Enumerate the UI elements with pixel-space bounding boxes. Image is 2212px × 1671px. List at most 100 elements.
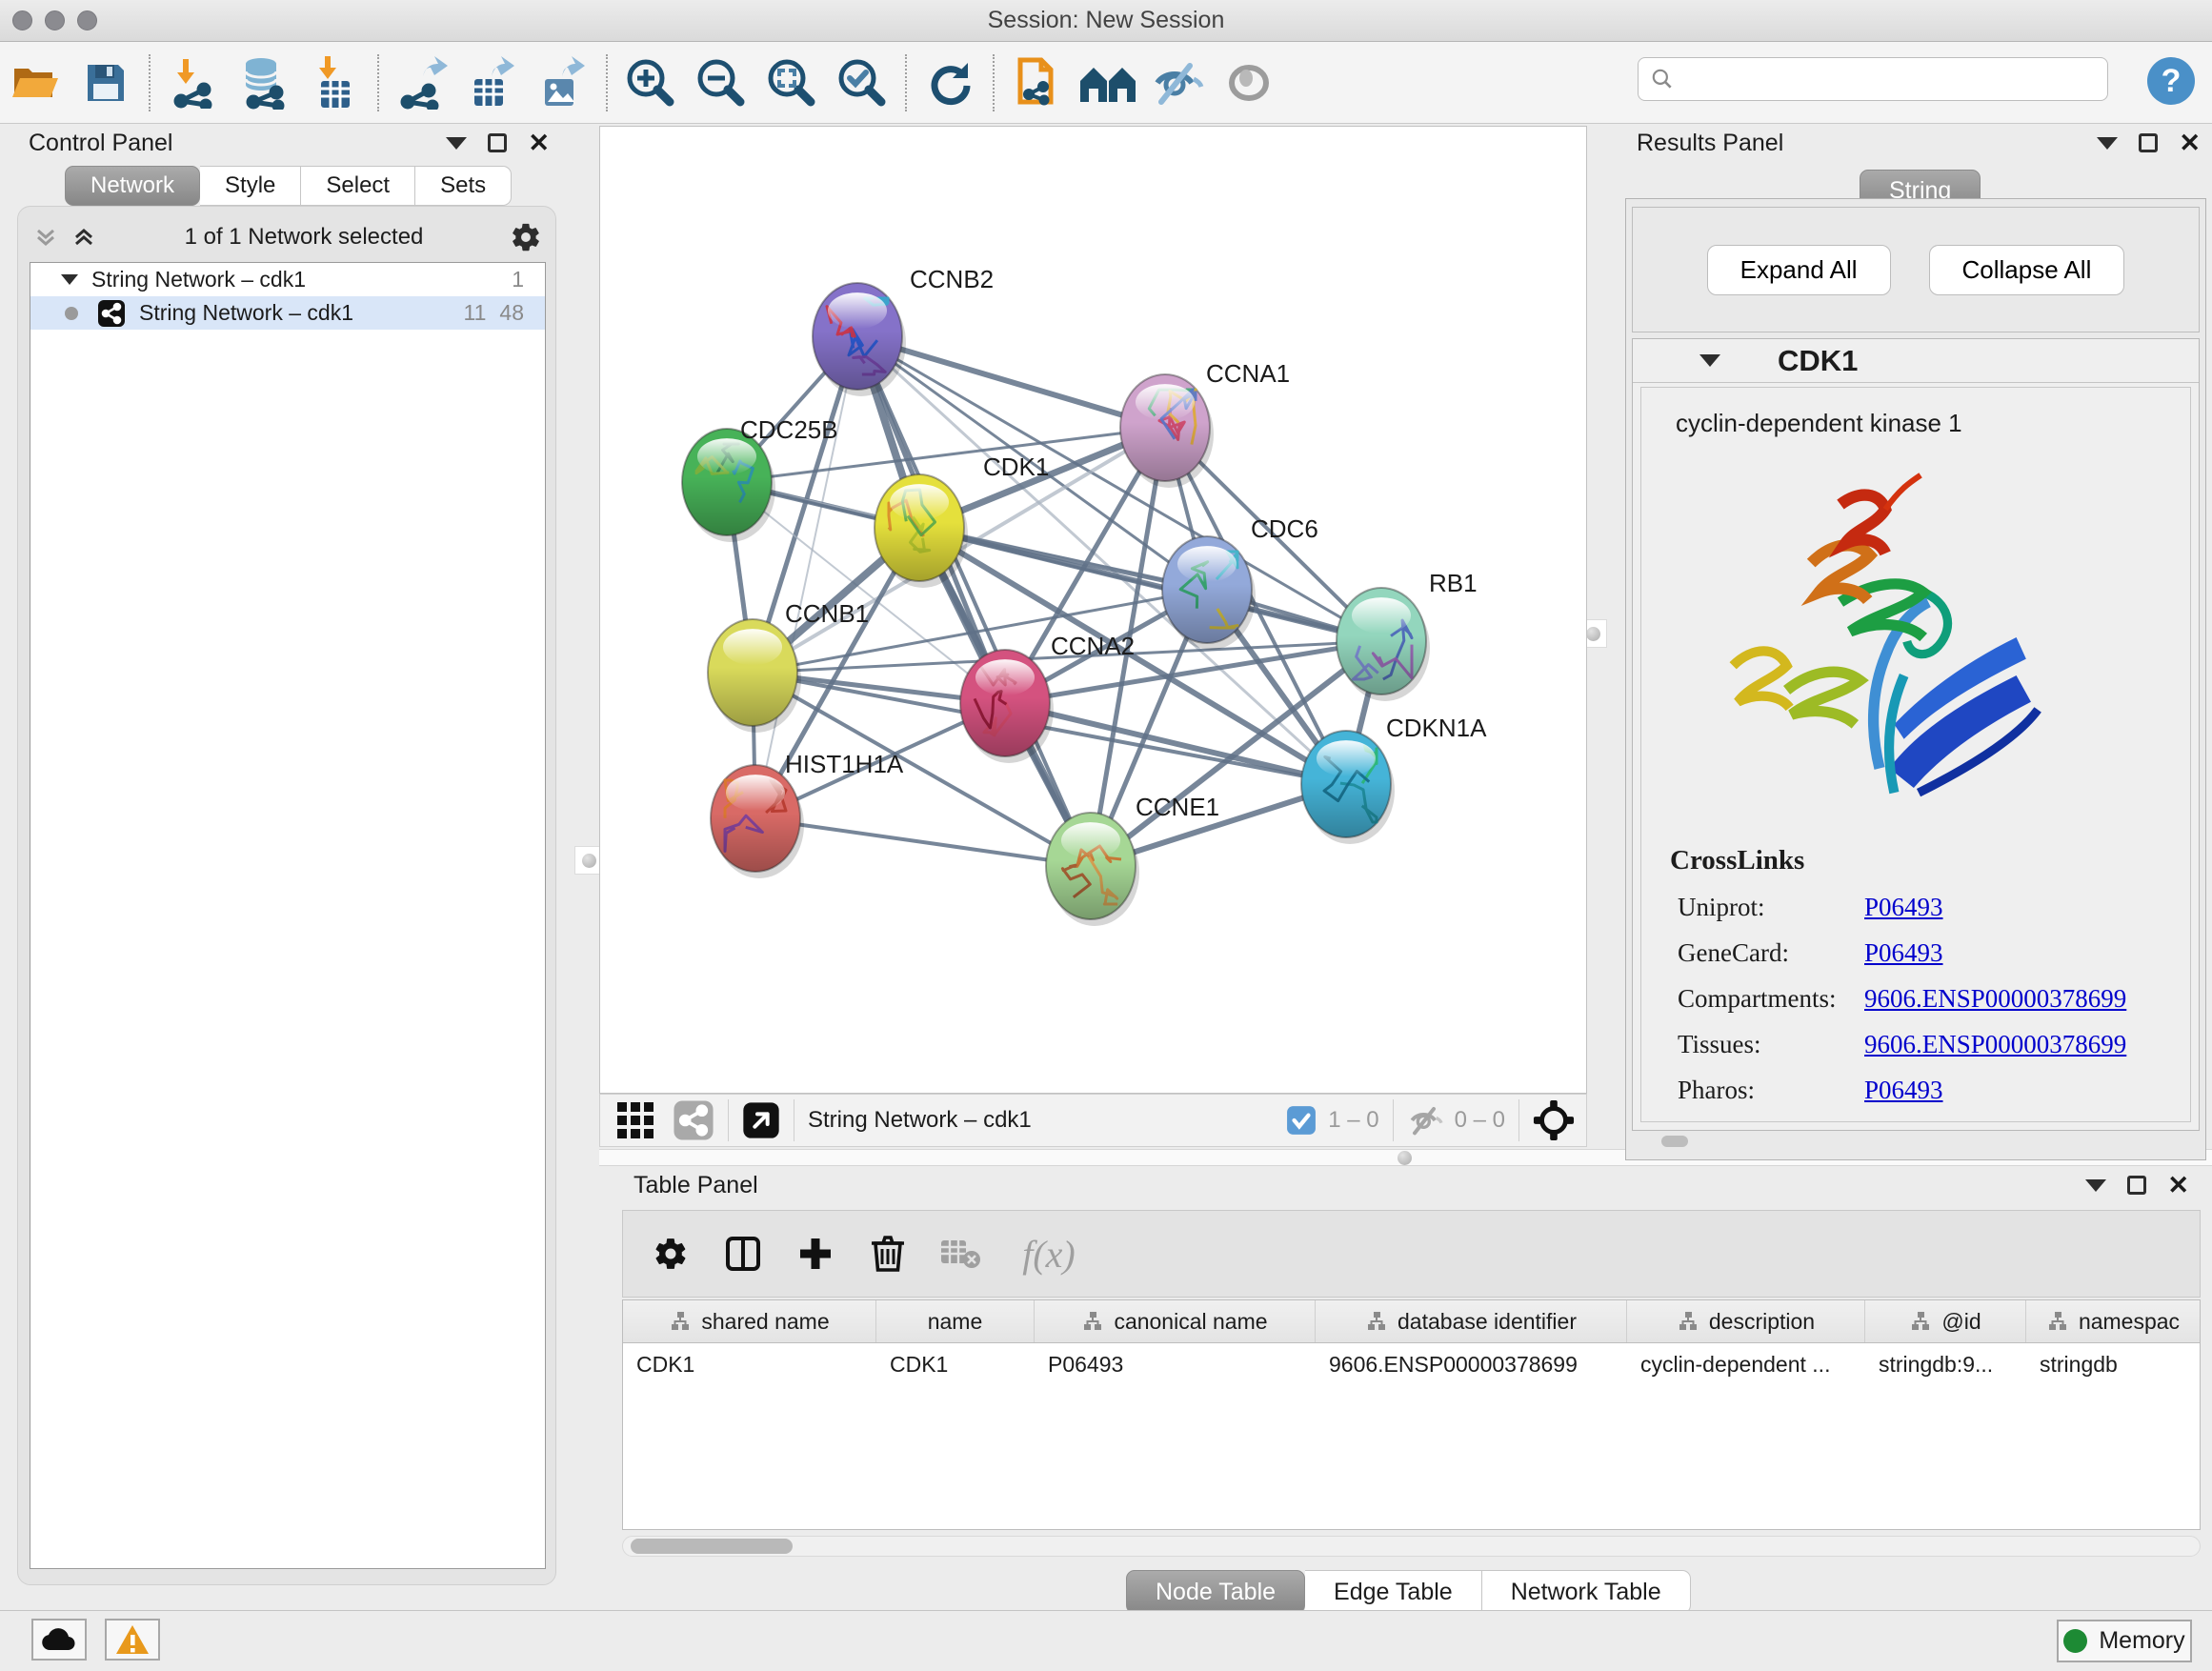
column-header-namespace[interactable]: namespac (2026, 1300, 2200, 1342)
show-columns-button[interactable] (707, 1218, 779, 1290)
crosslink-compartments-link[interactable]: 9606.ENSP00000378699 (1864, 984, 2126, 1014)
share-view-icon[interactable] (673, 1099, 714, 1141)
network-tree-root-row[interactable]: String Network – cdk1 1 (30, 263, 545, 296)
network-node-ccnb1[interactable]: CCNB1 (708, 599, 869, 733)
crosslink-uniprot-link[interactable]: P06493 (1864, 893, 1943, 922)
crosslink-pharos-link[interactable]: P06493 (1864, 1076, 1943, 1105)
float-panel-icon[interactable] (488, 133, 507, 152)
tab-network-table[interactable]: Network Table (1482, 1570, 1691, 1614)
table-hscrollbar[interactable] (622, 1536, 2201, 1557)
collapse-all-icon[interactable] (31, 223, 60, 252)
import-network-file-button[interactable] (158, 50, 229, 116)
crosslink-label: Tissues: (1678, 1030, 1864, 1059)
export-network-button[interactable] (387, 50, 457, 116)
cell-shared-name: CDK1 (623, 1343, 876, 1385)
edge-count: 48 (499, 300, 524, 326)
cloud-status-button[interactable] (31, 1619, 87, 1661)
expand-all-button[interactable]: Expand All (1707, 245, 1891, 295)
table-hscrollbar-thumb[interactable] (631, 1539, 793, 1554)
node-count: 11 (464, 300, 487, 326)
tab-style[interactable]: Style (200, 166, 301, 206)
network-node-rb1[interactable]: RB1 (1337, 569, 1478, 701)
close-panel-icon[interactable]: ✕ (2167, 1173, 2189, 1198)
network-node-ccne1[interactable]: CCNE1 (1046, 793, 1219, 926)
save-session-button[interactable] (70, 50, 141, 116)
crosslinks-title: CrossLinks (1670, 845, 2190, 876)
toolbar-separator (993, 54, 995, 111)
gene-card-cdk1: CDK1 cyclin-dependent kinase 1 (1632, 338, 2200, 1131)
network-canvas-container: CCNB2CCNA1CDC25BCDK1CDC6RB1CCNB1CCNA2CDK… (599, 126, 1587, 1094)
open-session-button[interactable] (0, 50, 70, 116)
import-network-database-button[interactable] (229, 50, 299, 116)
crosslink-label: Pharos: (1678, 1076, 1864, 1105)
results-hscrollbar-thumb[interactable] (1661, 1136, 1688, 1147)
memory-button[interactable]: Memory (2057, 1620, 2192, 1662)
birdseye-view-icon[interactable] (742, 1101, 780, 1139)
tab-select[interactable]: Select (301, 166, 415, 206)
hidden-eye-icon (1407, 1105, 1445, 1136)
grid-view-icon[interactable] (613, 1098, 657, 1142)
table-panel: Table Panel ✕ (610, 1166, 2212, 1610)
tab-node-table[interactable]: Node Table (1126, 1570, 1305, 1614)
network-node-cdc6[interactable]: CDC6 (1162, 514, 1318, 650)
selected-checkbox-icon[interactable] (1286, 1105, 1317, 1136)
zoom-selected-button[interactable] (827, 50, 897, 116)
network-edge[interactable] (755, 818, 1091, 866)
panel-menu-icon[interactable] (2085, 1179, 2106, 1192)
crosslink-genecard-link[interactable]: P06493 (1864, 938, 1943, 968)
export-table-button[interactable] (457, 50, 528, 116)
tab-sets[interactable]: Sets (415, 166, 512, 206)
zoom-in-button[interactable] (615, 50, 686, 116)
refresh-button[interactable] (915, 50, 985, 116)
fit-selected-crosshair-icon[interactable] (1533, 1099, 1575, 1141)
cell-canonical-name: P06493 (1035, 1343, 1316, 1385)
column-header-canonical-name[interactable]: canonical name (1035, 1300, 1316, 1342)
zoom-fit-button[interactable] (756, 50, 827, 116)
delete-column-button[interactable] (852, 1218, 924, 1290)
crosslink-label: Uniprot: (1678, 893, 1864, 922)
panel-menu-icon[interactable] (2097, 137, 2118, 150)
string-home-button[interactable] (1073, 50, 1143, 116)
node-label-cdkn1a: CDKN1A (1386, 714, 1487, 742)
export-network-icon (396, 56, 448, 110)
collapse-all-button[interactable]: Collapse All (1929, 245, 2125, 295)
export-image-button[interactable] (528, 50, 598, 116)
tab-edge-table[interactable]: Edge Table (1305, 1570, 1482, 1614)
column-header-name[interactable]: name (876, 1300, 1035, 1342)
network-list-container: 1 of 1 Network selected String Network –… (17, 206, 556, 1585)
column-header-database-identifier[interactable]: database identifier (1316, 1300, 1627, 1342)
close-panel-icon[interactable]: ✕ (2179, 131, 2201, 156)
network-node-cdkn1a[interactable]: CDKN1A (1301, 714, 1487, 844)
crosslink-tissues-link[interactable]: 9606.ENSP00000378699 (1864, 1030, 2126, 1059)
warnings-button[interactable] (105, 1619, 160, 1661)
tree-expand-icon[interactable] (61, 274, 78, 285)
collapse-gene-icon[interactable] (1699, 354, 1720, 367)
network-node-hist1h1a[interactable]: HIST1H1A (711, 750, 904, 878)
zoom-out-button[interactable] (686, 50, 756, 116)
show-all-button[interactable] (1214, 50, 1284, 116)
close-panel-icon[interactable]: ✕ (528, 131, 550, 156)
network-tree-child-row[interactable]: String Network – cdk1 11 48 (30, 296, 545, 330)
network-canvas[interactable]: CCNB2CCNA1CDC25BCDK1CDC6RB1CCNB1CCNA2CDK… (600, 127, 1586, 1093)
float-panel-icon[interactable] (2127, 1176, 2146, 1195)
column-header-at-id[interactable]: @id (1865, 1300, 2026, 1342)
help-button[interactable]: ? (2146, 56, 2196, 111)
open-in-string-button[interactable] (1002, 50, 1073, 116)
network-edge[interactable] (857, 336, 1091, 866)
add-column-button[interactable] (779, 1218, 852, 1290)
column-header-description[interactable]: description (1627, 1300, 1865, 1342)
column-header-shared-name[interactable]: shared name (623, 1300, 876, 1342)
float-panel-icon[interactable] (2139, 133, 2158, 152)
network-options-gear-icon[interactable] (510, 221, 542, 253)
expand-all-icon[interactable] (70, 223, 98, 252)
zoom-out-icon (695, 57, 747, 109)
import-table-button[interactable] (299, 50, 370, 116)
tab-network[interactable]: Network (65, 166, 200, 206)
table-row[interactable]: CDK1 CDK1 P06493 9606.ENSP00000378699 cy… (623, 1343, 2200, 1385)
hide-selected-button[interactable] (1143, 50, 1214, 116)
node-label-ccne1: CCNE1 (1136, 793, 1219, 821)
search-input[interactable] (1682, 66, 2107, 92)
network-edge[interactable] (755, 336, 857, 818)
table-options-button[interactable] (634, 1218, 707, 1290)
panel-menu-icon[interactable] (446, 137, 467, 150)
